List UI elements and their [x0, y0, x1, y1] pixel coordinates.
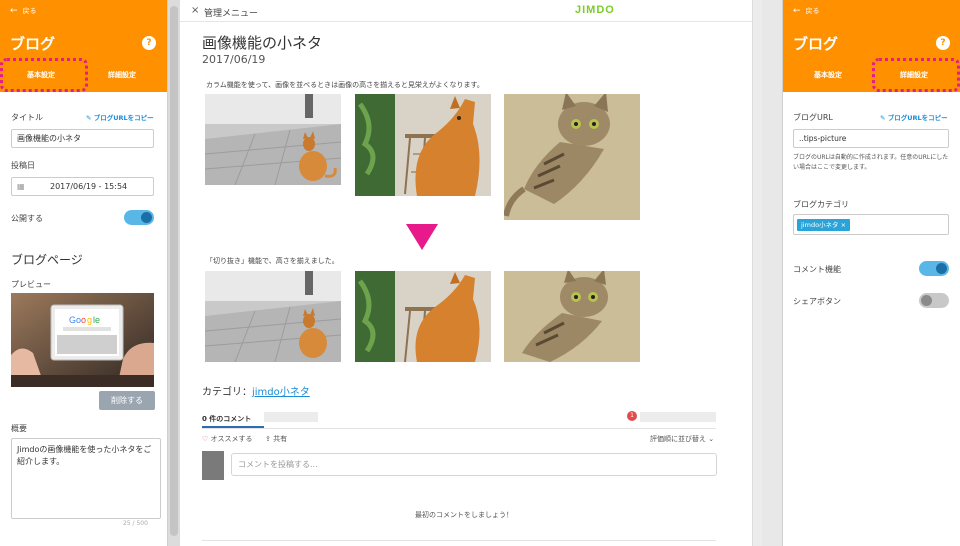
category-row: カテゴリ：jimdo小ネタ	[202, 383, 310, 398]
cat-photo-tabby-cropped[interactable]	[504, 271, 640, 362]
highlight-advanced-tab	[872, 58, 960, 92]
comments-count-tab[interactable]: 0 件のコメント	[202, 414, 251, 424]
back-arrow-icon: ←	[793, 6, 801, 16]
jimdo-logo: JIMDO	[575, 4, 615, 16]
comment-feature-label: コメント機能	[793, 265, 841, 274]
comment-feature-toggle[interactable]	[919, 261, 949, 276]
comment-input[interactable]: コメントを投稿する...	[231, 453, 717, 476]
left-panel-scrollbar[interactable]	[168, 0, 180, 546]
tag-remove-icon[interactable]: ×	[841, 221, 846, 229]
comments-divider	[202, 428, 716, 429]
sort-dropdown[interactable]: 評価順に並び替え ⌄	[650, 434, 714, 444]
share-label: 共有	[273, 435, 288, 443]
tab-basic-settings[interactable]: 基本設定	[814, 70, 842, 80]
right-settings-panel: ← 戻る ブログ ? 基本設定 詳細設定 ブログURL ✎ ブログURLをコピー …	[782, 0, 960, 546]
preview-image[interactable]: Go o g le	[11, 293, 154, 387]
title-label: タイトル	[11, 113, 43, 122]
panel-title: ブログ	[793, 35, 839, 53]
svg-text:le: le	[93, 315, 100, 325]
copy-url-link[interactable]: ✎ ブログURLをコピー	[86, 112, 154, 122]
back-label: 戻る	[22, 7, 37, 15]
share-button-toggle[interactable]	[919, 293, 949, 308]
back-link[interactable]: ← 戻る	[10, 6, 37, 16]
char-count: 25 / 500	[123, 520, 148, 527]
category-label: カテゴリ：	[202, 387, 252, 398]
blurred-user-name	[640, 412, 716, 422]
cat-photo-chair[interactable]	[355, 94, 491, 196]
blog-url-input[interactable]: ..tips-picture	[793, 129, 949, 148]
date-input[interactable]: ▦ 2017/06/19 - 15:54	[11, 177, 154, 196]
avatar	[202, 451, 224, 480]
highlight-basic-tab	[0, 58, 88, 92]
publish-toggle[interactable]	[124, 210, 154, 225]
svg-text:o: o	[81, 315, 86, 325]
summary-textarea[interactable]: Jimdoの画像機能を使った小ネタをご紹介します。	[11, 438, 161, 519]
back-link[interactable]: ← 戻る	[793, 6, 820, 16]
blog-category-label: ブログカテゴリ	[793, 200, 849, 209]
help-icon[interactable]: ?	[936, 36, 950, 50]
cropped-text: 「切り抜き」機能で、高さを揃えました。	[206, 257, 339, 265]
preview-scrollbar[interactable]	[752, 0, 762, 546]
blog-category-input[interactable]: jimdo小ネタ ×	[793, 214, 949, 235]
post-title[interactable]: 画像機能の小ネタ	[202, 32, 322, 53]
blog-page-heading: ブログページ	[11, 253, 83, 267]
category-link[interactable]: jimdo小ネタ	[252, 387, 310, 398]
link-icon: ✎	[880, 114, 888, 122]
scroll-thumb[interactable]	[170, 6, 178, 536]
preview-label: プレビュー	[11, 280, 51, 289]
toggle-knob	[936, 263, 947, 274]
close-icon[interactable]: ×	[191, 5, 199, 16]
copy-url-link[interactable]: ✎ ブログURLをコピー	[880, 112, 948, 122]
toggle-knob	[921, 295, 932, 306]
left-settings-panel: ← 戻る ブログ ? 基本設定 詳細設定 タイトル ✎ ブログURLをコピー 画像…	[0, 0, 168, 546]
back-arrow-icon: ←	[10, 6, 18, 16]
footer-divider	[202, 540, 716, 541]
down-arrow-icon	[406, 224, 438, 250]
svg-text:g: g	[87, 315, 92, 325]
cat-photo-chair-cropped[interactable]	[355, 271, 491, 362]
sort-label: 評価順に並び替え	[650, 435, 706, 443]
svg-text:Go: Go	[69, 315, 81, 325]
blog-preview-panel: × 管理メニュー JIMDO 画像機能の小ネタ 2017/06/19 カラム機能…	[180, 0, 752, 546]
share-button[interactable]: ⇪ 共有	[265, 434, 287, 444]
share-button-label: シェアボタン	[793, 297, 841, 306]
calendar-icon: ▦	[17, 182, 25, 191]
date-label: 投稿日	[11, 161, 35, 170]
copy-url-label: ブログURLをコピー	[93, 114, 154, 122]
help-icon[interactable]: ?	[142, 36, 156, 50]
blurred-community-name	[264, 412, 318, 422]
post-date: 2017/06/19	[202, 53, 266, 66]
cat-photo-street-cropped[interactable]	[205, 271, 341, 362]
back-label: 戻る	[805, 7, 820, 15]
cat-photo-street[interactable]	[205, 94, 341, 185]
share-icon: ⇪	[265, 435, 274, 443]
tab-advanced-settings[interactable]: 詳細設定	[108, 70, 136, 80]
category-tag-label: jimdo小ネタ	[801, 221, 839, 229]
admin-top-bar: × 管理メニュー JIMDO	[180, 0, 752, 22]
cat-photo-tabby[interactable]	[504, 94, 640, 220]
first-comment-prompt: 最初のコメントをしましょう！	[415, 511, 513, 519]
url-note: ブログのURLは自動的に作成されます。任意のURLにしたい場合はここで変更します…	[793, 154, 949, 171]
publish-label: 公開する	[11, 214, 43, 223]
date-value: 2017/06/19 - 15:54	[50, 182, 128, 191]
copy-url-label: ブログURLをコピー	[887, 114, 948, 122]
chevron-down-icon: ⌄	[706, 435, 715, 443]
recommend-label: オススメする	[210, 435, 253, 443]
recommend-button[interactable]: ♡ オススメする	[202, 434, 253, 444]
admin-menu-label[interactable]: 管理メニュー	[204, 6, 258, 19]
toggle-knob	[141, 212, 152, 223]
link-icon: ✎	[86, 114, 94, 122]
intro-text: カラム機能を使って、画像を並べるときは画像の高さを揃えると見栄えがよくなります。	[206, 81, 484, 89]
heart-icon: ♡	[202, 435, 211, 443]
title-input[interactable]: 画像機能の小ネタ	[11, 129, 154, 148]
summary-label: 概要	[11, 424, 27, 433]
blog-url-label: ブログURL	[793, 113, 833, 122]
notification-badge[interactable]: 1	[627, 411, 637, 421]
delete-button[interactable]: 削除する	[99, 391, 155, 410]
category-tag[interactable]: jimdo小ネタ ×	[797, 219, 851, 231]
panel-title: ブログ	[10, 35, 56, 53]
